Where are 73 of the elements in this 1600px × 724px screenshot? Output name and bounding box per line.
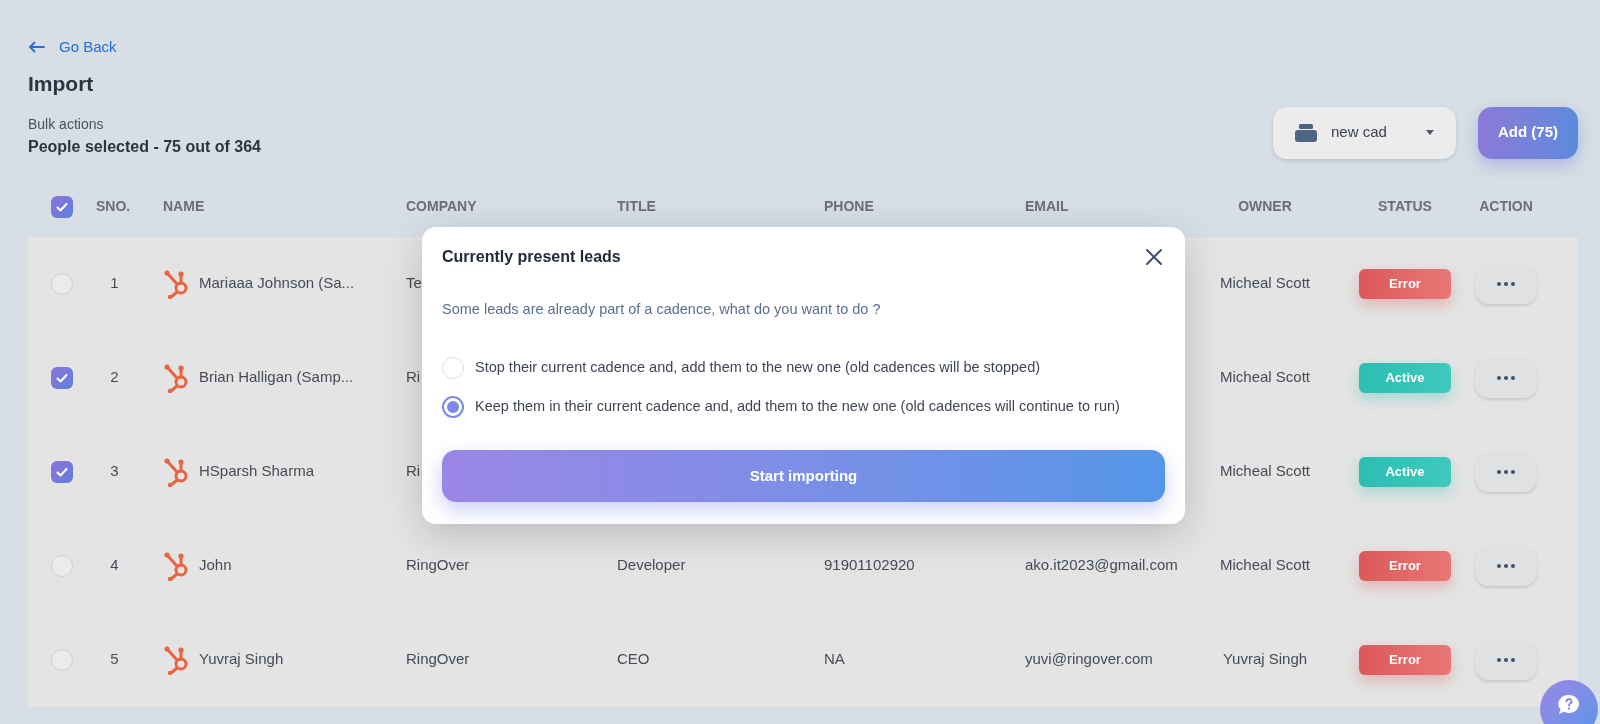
more-icon [1497,657,1515,662]
table-cell-text: 1 [110,273,119,294]
column-header: NAME [163,197,205,216]
close-icon [1146,249,1162,265]
lead-name: John [199,555,232,576]
back-link[interactable]: Go Back [28,36,117,58]
more-button[interactable] [1475,451,1537,492]
lead-name: Yuvraj Singh [199,649,284,670]
status-badge: Error [1359,644,1451,675]
modal-title: Currently present leads [442,247,621,267]
help-chat-icon [1557,694,1581,716]
more-icon [1497,469,1515,474]
radio-option[interactable]: Keep them in their current cadence and, add them to the new one (old cadences will continue to run) [442,395,1120,418]
table-cell-text: 3 [110,461,119,482]
table-cell-text: RingOver [406,649,470,670]
checkbox[interactable] [51,272,73,295]
more-icon [1497,563,1515,568]
table-cell-text: Yuvraj Singh [1222,649,1308,670]
table-cell-text: 91901102920 [824,555,915,576]
lead-name: Brian Halligan (Samp... [199,367,354,388]
column-header: OWNER [1238,197,1292,216]
column-header: TITLE [617,197,656,216]
more-button[interactable] [1475,263,1537,304]
table-cell-text: ako.it2023@gmail.com [1025,555,1178,576]
stack-icon [1295,123,1317,142]
radio-button[interactable] [442,395,464,418]
table-cell-text: RingOver [406,555,470,576]
table-cell-text: Micheal Scott [1219,367,1310,388]
status-badge: Active [1359,362,1451,393]
help-chat-button[interactable] [1540,680,1598,724]
lead-name: Mariaaa Johnson (Sa... [199,273,355,294]
close-button[interactable] [1143,246,1165,268]
status-badge: Active [1359,456,1451,487]
checkbox[interactable] [51,195,73,218]
more-icon [1497,281,1515,286]
table-cell-text: Developer [617,555,686,576]
table-cell-text: Ri [406,461,421,482]
table-cell-text: Micheal Scott [1219,461,1310,482]
column-header: ACTION [1479,197,1533,216]
table-cell-text: Ri [406,367,421,388]
column-header: EMAIL [1025,197,1069,216]
more-button[interactable] [1475,545,1537,586]
table-cell-text: 4 [110,555,119,576]
bulk-actions-label: Bulk actions [28,114,105,134]
checkbox[interactable] [51,366,73,389]
more-button[interactable] [1475,357,1537,398]
caret-icon [1426,130,1434,135]
status-badge: Error [1359,550,1451,581]
column-header: SNO. [96,197,131,216]
column-header: PHONE [824,197,874,216]
checkbox[interactable] [51,648,73,671]
lead-name: HSparsh Sharma [199,461,315,482]
table-cell-text: yuvi@ringover.com [1025,649,1153,670]
page-title: Import [28,71,94,97]
table-cell-text: 5 [110,649,119,670]
column-header: COMPANY [406,197,477,216]
table-cell-text: Micheal Scott [1219,273,1310,294]
back-arrow-icon [28,41,45,53]
table-cell-text: Te [406,273,422,294]
table-cell-text: Micheal Scott [1219,555,1310,576]
modal-message: Some leads are already part of a cadence, what do you want to do ? [442,300,882,319]
table-cell-text: 2 [110,367,119,388]
radio-option[interactable]: Stop their current cadence and, add them to the new one (old cadences will be stopped) [442,356,1041,379]
checkbox[interactable] [51,554,73,577]
cadence-select[interactable]: new cad [1273,106,1456,159]
more-icon [1497,375,1515,380]
table-cell-text: CEO [617,649,650,670]
selection-summary: People selected - 75 out of 364 [28,136,261,157]
column-header: STATUS [1378,197,1432,216]
status-badge: Error [1359,268,1451,299]
add-button[interactable]: Add (75) [1478,106,1578,159]
checkbox[interactable] [51,460,73,483]
table-cell-text: NA [824,649,845,670]
